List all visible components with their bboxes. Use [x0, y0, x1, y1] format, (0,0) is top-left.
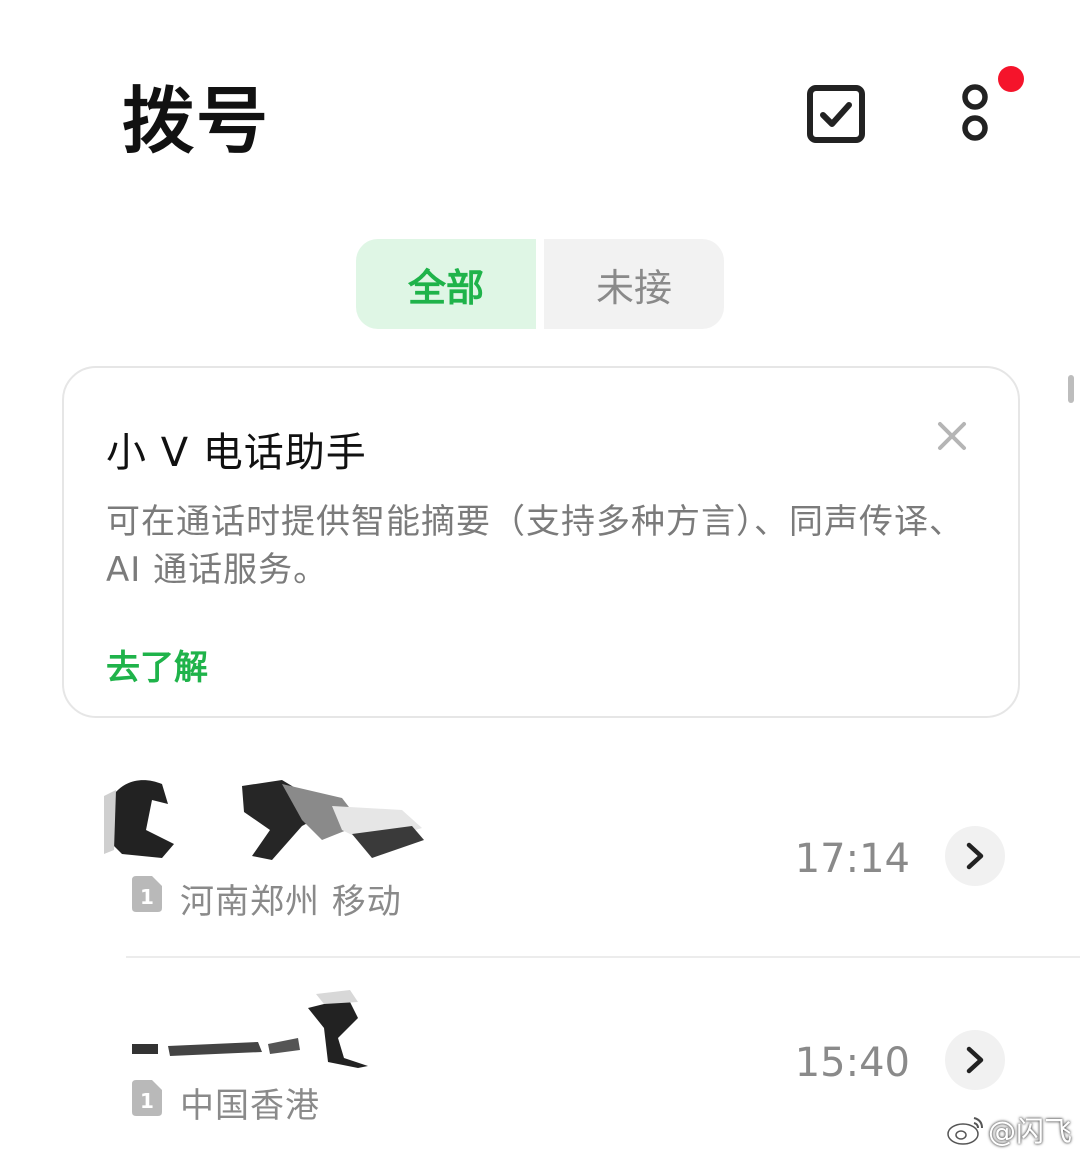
call-time: 17:14 — [794, 836, 910, 882]
checkbox-icon[interactable] — [806, 84, 866, 144]
page-title: 拨号 — [122, 79, 271, 163]
chevron-right-icon — [966, 842, 984, 870]
dialer-page: 拨号 全部 未接 小 V 电话助手 可在通话时提供智能摘要（支持多种方言）、同声… — [0, 0, 1080, 1154]
close-icon[interactable] — [932, 416, 972, 456]
call-detail-button[interactable] — [945, 826, 1005, 886]
call-location: 中国香港 — [180, 1086, 320, 1126]
call-detail-button[interactable] — [945, 1030, 1005, 1090]
assistant-promo-card: 小 V 电话助手 可在通话时提供智能摘要（支持多种方言）、同声传译、AI 通话服… — [62, 366, 1020, 718]
call-log-row[interactable]: 1 中国香港 15:40 — [0, 980, 1080, 1140]
call-log-row[interactable]: 1 河南郑州 移动 17:14 — [0, 770, 1080, 950]
call-location: 河南郑州 移动 — [180, 882, 402, 922]
learn-more-link[interactable]: 去了解 — [106, 640, 208, 689]
card-description: 可在通话时提供智能摘要（支持多种方言）、同声传译、AI 通话服务。 — [106, 502, 964, 590]
card-title: 小 V 电话助手 — [106, 430, 367, 476]
call-filter-tabs: 全部 未接 — [356, 239, 724, 329]
call-time: 15:40 — [794, 1040, 910, 1086]
more-icon[interactable] — [950, 80, 1000, 144]
row-divider — [126, 956, 1080, 958]
notification-badge — [998, 66, 1024, 92]
masked-phone-number — [128, 988, 418, 1068]
weibo-logo-icon — [946, 1114, 986, 1146]
tab-missed[interactable]: 未接 — [544, 239, 724, 329]
svg-text:1: 1 — [140, 885, 154, 909]
tab-all[interactable]: 全部 — [356, 239, 536, 329]
chevron-right-icon — [966, 1046, 984, 1074]
sim-card-icon: 1 — [132, 876, 162, 912]
sim-card-icon: 1 — [132, 1080, 162, 1116]
scrollbar-thumb[interactable] — [1068, 375, 1074, 403]
svg-text:1: 1 — [140, 1089, 154, 1113]
masked-phone-number — [102, 770, 442, 862]
